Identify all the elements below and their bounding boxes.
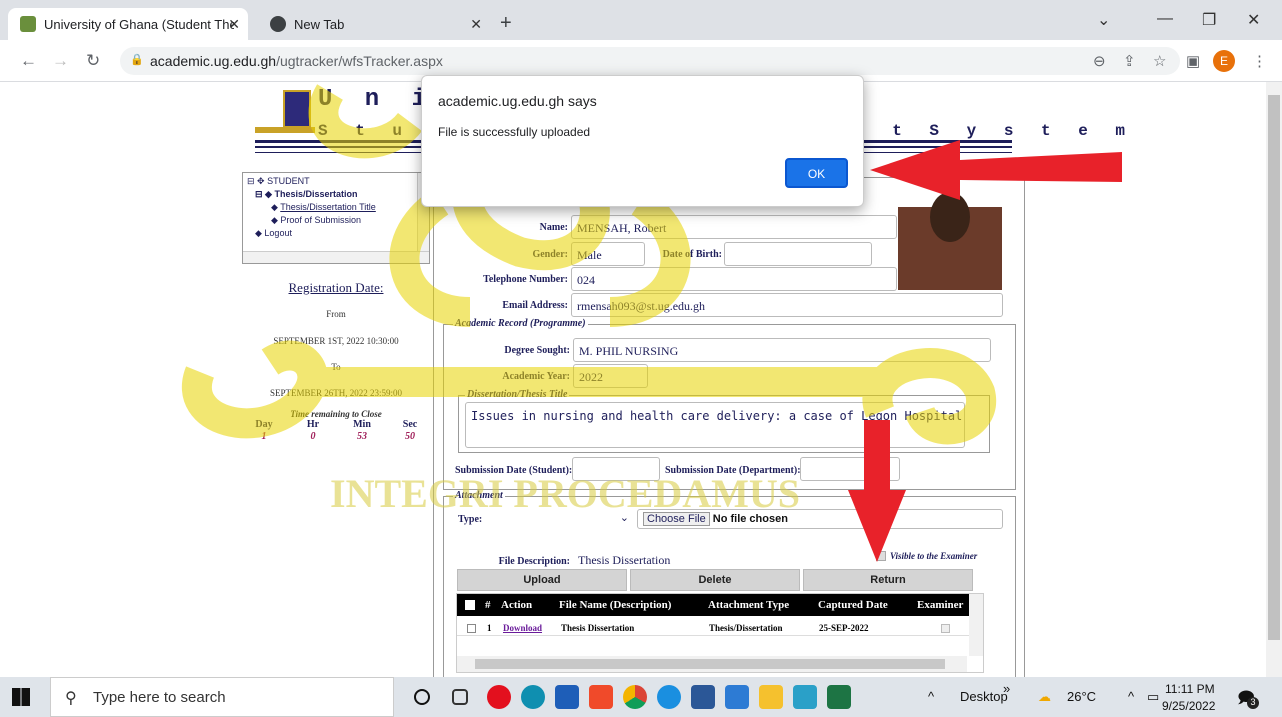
- tray-up-icon[interactable]: ^: [1128, 689, 1134, 704]
- photos-icon[interactable]: [793, 685, 817, 709]
- task-view-icon[interactable]: [452, 689, 468, 705]
- internet-explorer-icon[interactable]: [657, 685, 681, 709]
- restore-icon[interactable]: ❐: [1202, 10, 1216, 30]
- taskbar-search-box[interactable]: ⚲ Type here to search: [50, 677, 394, 717]
- ok-button[interactable]: OK: [785, 158, 848, 188]
- clock-time[interactable]: 11:11 PM: [1165, 682, 1215, 696]
- expand-toolbar-icon[interactable]: »: [1003, 681, 1010, 696]
- search-placeholder: Type here to search: [93, 689, 226, 706]
- taskbar: ⚲ Type here to search ^ Desktop » ☁ 26°C…: [0, 677, 1282, 717]
- tab-bar: University of Ghana (Student The ✕ New T…: [0, 0, 1282, 40]
- tab-title: New Tab: [294, 16, 345, 32]
- zoom-icon[interactable]: ⊖: [1093, 52, 1106, 70]
- notification-count: 3: [1247, 697, 1259, 709]
- excel-icon[interactable]: [827, 685, 851, 709]
- tab-new-tab[interactable]: New Tab ✕: [258, 8, 490, 40]
- tab-search-icon[interactable]: ⌄: [1097, 10, 1110, 30]
- arrow-to-return-icon: [848, 420, 906, 562]
- side-panel-icon[interactable]: ▣: [1186, 52, 1200, 70]
- battery-icon[interactable]: ▭: [1147, 689, 1159, 705]
- menu-icon[interactable]: ⋮: [1252, 52, 1267, 70]
- new-tab-icon[interactable]: +: [500, 12, 512, 35]
- search-icon: ⚲: [65, 690, 77, 707]
- url-host: academic.ug.edu.gh: [150, 53, 277, 69]
- calendar-icon[interactable]: [725, 685, 749, 709]
- tab-university[interactable]: University of Ghana (Student The ✕: [8, 8, 248, 40]
- weather-icon: ☁: [1038, 689, 1051, 704]
- alert-dialog: academic.ug.edu.gh says File is successf…: [421, 75, 864, 207]
- dialog-title: academic.ug.edu.gh says: [438, 93, 597, 109]
- chrome-taskbar-icon[interactable]: [623, 685, 647, 709]
- brave-icon[interactable]: [589, 685, 613, 709]
- file-explorer-icon[interactable]: [759, 685, 783, 709]
- desktop-toolbar[interactable]: Desktop: [960, 689, 1008, 704]
- cortana-icon[interactable]: [414, 689, 430, 705]
- dialog-message: File is successfully uploaded: [438, 125, 591, 139]
- close-tab-icon[interactable]: ✕: [470, 16, 482, 33]
- chrome-icon: [270, 16, 286, 32]
- word-icon[interactable]: [691, 685, 715, 709]
- url-path: /ugtracker/wfsTracker.aspx: [276, 53, 443, 69]
- clock-date[interactable]: 9/25/2022: [1162, 699, 1215, 713]
- tab-title: University of Ghana (Student The: [44, 16, 234, 32]
- bookmark-star-icon[interactable]: ☆: [1153, 52, 1166, 70]
- page-scroll-thumb[interactable]: [1268, 95, 1280, 640]
- back-icon[interactable]: ←: [20, 51, 37, 71]
- close-tab-icon[interactable]: ✕: [228, 16, 240, 33]
- store-icon[interactable]: [555, 685, 579, 709]
- forward-icon[interactable]: →: [52, 51, 69, 71]
- weather-temp[interactable]: 26°C: [1067, 689, 1096, 704]
- edge-icon[interactable]: [521, 685, 545, 709]
- reload-icon[interactable]: ↻: [86, 51, 100, 71]
- share-icon[interactable]: ⇪: [1123, 52, 1136, 70]
- lock-icon: 🔒: [130, 54, 144, 66]
- close-window-icon[interactable]: ✕: [1247, 10, 1260, 30]
- url-field[interactable]: 🔒 academic.ug.edu.gh/ugtracker/wfsTracke…: [120, 47, 1180, 75]
- university-favicon-icon: [20, 16, 36, 32]
- windows-start-icon[interactable]: [12, 688, 30, 706]
- profile-avatar[interactable]: E: [1213, 50, 1235, 72]
- minimize-icon[interactable]: —: [1157, 10, 1173, 28]
- tray-chevron-icon[interactable]: ^: [928, 689, 934, 704]
- arrow-to-ok-icon: [870, 140, 1122, 200]
- opera-icon[interactable]: [487, 685, 511, 709]
